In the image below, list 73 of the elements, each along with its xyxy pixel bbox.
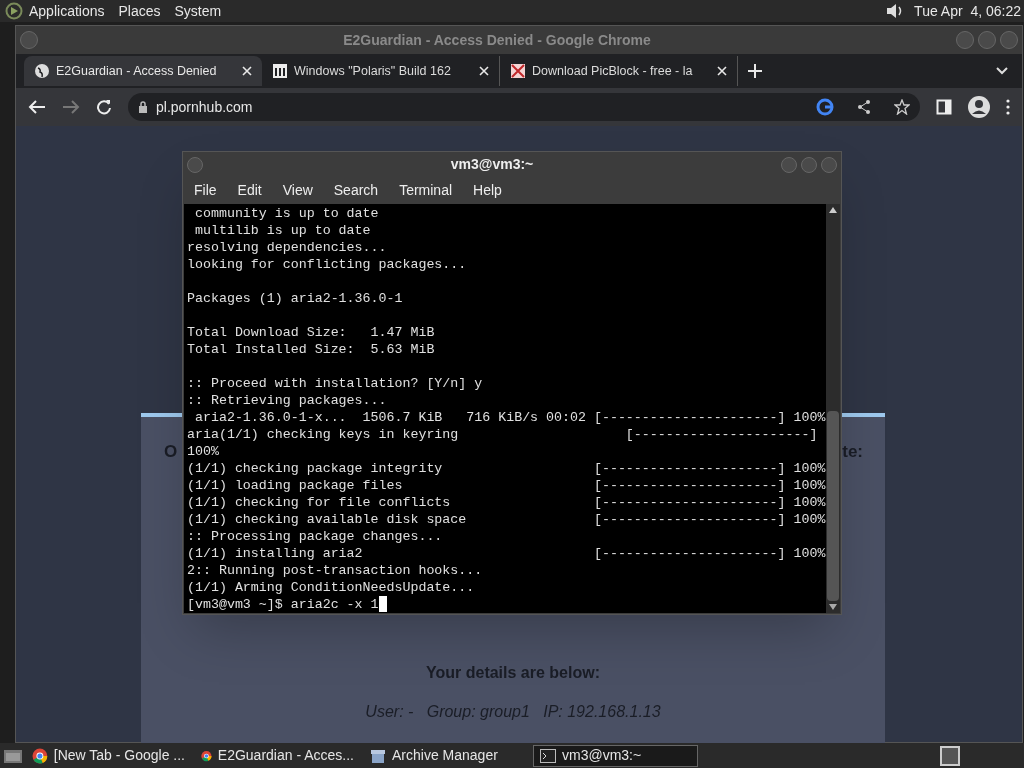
address-bar[interactable]: pl.pornhub.com — [128, 93, 920, 121]
terminal-line: :: Processing package changes... — [187, 528, 443, 545]
scroll-up-icon[interactable] — [829, 207, 837, 213]
terminal-line: :: Proceed with installation? [Y/n] y — [187, 375, 483, 392]
terminal-line: Total Download Size: 1.47 MiB — [187, 324, 435, 341]
reload-icon[interactable] — [96, 99, 112, 115]
command-prompt: [vm3@vm3 ~]$ aria2c -x 1 — [187, 596, 379, 613]
terminal-line: aria2-1.36.0-1-x... 1506.7 KiB 716 KiB/s 00:02 [----------------------] 100% — [193, 409, 826, 426]
share-icon[interactable] — [856, 99, 872, 115]
archive-icon — [370, 747, 386, 764]
close-tab-icon[interactable] — [242, 66, 252, 76]
browser-tab[interactable]: Windows "Polaris" Build 162 — [262, 56, 500, 86]
terminal-line: (1/1) checking available disk space [----------------------] 100% — [187, 511, 826, 528]
terminal-line: 2:: Running post-transaction hooks... — [187, 562, 483, 579]
lock-icon — [138, 101, 148, 113]
distro-logo-icon[interactable] — [5, 2, 23, 20]
terminal-line: Packages (1) aria2-1.36.0-1 — [187, 290, 403, 307]
forward-icon[interactable] — [62, 99, 80, 115]
taskbar-button[interactable]: E2Guardian - Acces... — [195, 744, 360, 767]
menu-item[interactable]: Help — [473, 180, 502, 201]
close-tab-icon[interactable] — [479, 66, 489, 76]
user-details: User: - Group: group1 IP: 192.168.1.13 — [364, 702, 662, 722]
side-panel-icon[interactable] — [936, 99, 952, 115]
scrollbar-thumb[interactable] — [827, 411, 839, 601]
terminal-line: (1/1) installing aria2 [----------------------] 100% — [187, 545, 826, 562]
menu-item[interactable]: File — [194, 180, 217, 201]
workspace-switcher[interactable] — [940, 745, 960, 766]
close-tab-icon[interactable] — [717, 66, 727, 76]
details-heading: Your details are below: — [425, 663, 601, 683]
window-title: vm3@vm3:~ — [449, 155, 535, 174]
page-heading: te: — [842, 441, 863, 463]
terminal-icon — [540, 748, 556, 763]
terminal-line: :: Retrieving packages... — [187, 392, 387, 409]
terminal-line: community is up to date — [193, 205, 379, 222]
terminal-line: Total Installed Size: 5.63 MiB — [187, 341, 435, 358]
terminal-line: 100% — [187, 443, 219, 460]
terminal-line: (1/1) checking for file conflicts [----------------------] 100% — [187, 494, 826, 511]
panel-menu[interactable]: Places — [118, 0, 161, 22]
chrome-icon — [32, 747, 48, 764]
clock[interactable]: Tue Apr 4, 06:22 — [914, 0, 1021, 22]
terminal-line: (1/1) checking package integrity [----------------------] 100% — [187, 460, 826, 477]
back-icon[interactable] — [28, 99, 46, 115]
taskbar-button[interactable]: [New Tab - Google ... — [26, 744, 191, 767]
menu-item[interactable]: Search — [333, 180, 379, 201]
crossed-image-icon — [510, 63, 526, 79]
text-cursor — [378, 596, 387, 612]
terminal-line: (1/1) Arming ConditionNeedsUpdate... — [187, 579, 475, 596]
panel-menu[interactable]: System — [174, 0, 222, 22]
menu-icon[interactable] — [1006, 99, 1010, 115]
terminal-line: (1/1) loading package files [----------------------] 100% — [187, 477, 826, 494]
taskbar-button[interactable]: Archive Manager — [364, 744, 529, 767]
window-title: E2Guardian - Access Denied - Google Chrome — [342, 30, 652, 50]
globe-icon — [34, 63, 50, 79]
menu-item[interactable]: Terminal — [399, 180, 453, 201]
page-heading: O — [164, 441, 178, 463]
browser-tab[interactable]: E2Guardian - Access Denied — [24, 56, 262, 86]
new-tab-icon[interactable] — [748, 64, 762, 78]
scrollbar[interactable] — [826, 204, 840, 613]
browser-tab[interactable]: Download PicBlock - free - la — [500, 56, 738, 86]
profile-icon[interactable] — [968, 96, 990, 118]
menu-item[interactable]: Edit — [237, 180, 262, 201]
columns-icon — [272, 63, 288, 79]
panel-menu[interactable]: Applications — [29, 0, 105, 22]
tab-search-chevron-icon[interactable] — [996, 67, 1008, 75]
scroll-down-icon[interactable] — [829, 604, 837, 610]
google-icon[interactable] — [816, 98, 834, 116]
terminal-line: resolving dependencies... — [187, 239, 387, 256]
terminal-line: aria(1/1) checking keys in keyring [----------------------] — [187, 426, 818, 443]
terminal-line: looking for conflicting packages... — [187, 256, 467, 273]
star-icon[interactable] — [894, 99, 910, 115]
terminal-line: multilib is up to date — [193, 222, 371, 239]
taskbar-button[interactable]: vm3@vm3:~ — [533, 744, 698, 767]
menu-item[interactable]: View — [282, 180, 313, 201]
